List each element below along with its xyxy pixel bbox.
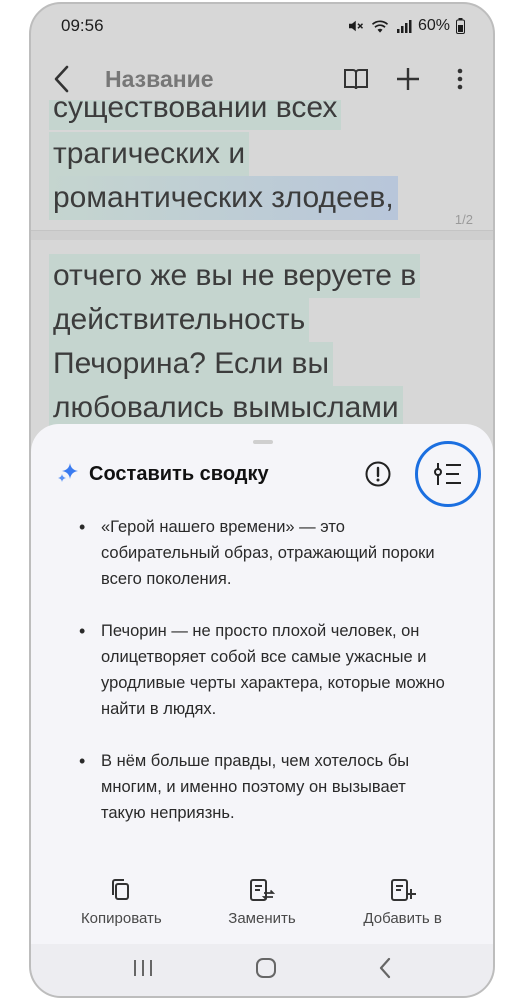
sheet-header: Составить сводку [57, 441, 481, 507]
mute-icon [346, 17, 364, 35]
info-button[interactable] [363, 459, 393, 489]
replace-button[interactable]: Заменить [202, 878, 322, 948]
status-icons: 60% [346, 17, 465, 35]
summary-item: Печорин — не просто плохой человек, он о… [79, 618, 449, 722]
replace-label: Заменить [228, 910, 296, 927]
add-to-note-icon [390, 879, 416, 901]
battery-icon [456, 18, 465, 34]
summary-list: «Герой нашего времени» — это собирательн… [79, 514, 449, 852]
home-button[interactable] [255, 957, 277, 984]
copy-label: Копировать [80, 910, 162, 927]
info-icon [365, 461, 391, 487]
document-line: романтических злодеев, [49, 176, 398, 220]
recent-apps-button[interactable] [132, 958, 154, 983]
back-nav-icon [380, 957, 391, 978]
wifi-icon [370, 18, 390, 34]
document-page-1: существовании всех трагических и романти… [31, 100, 493, 230]
summary-item: В нём больше правды, чем хотелось бы мно… [79, 748, 449, 826]
page-separator [31, 230, 493, 240]
replace-icon [249, 879, 275, 901]
reading-mode-button[interactable] [341, 64, 371, 94]
status-bar: 09:56 60% [31, 4, 493, 48]
more-options-button[interactable] [445, 64, 475, 94]
page-indicator: 1/2 [454, 212, 473, 227]
list-settings-icon [434, 463, 461, 485]
phone-frame: 09:56 60% Название существовании всех тр… [29, 2, 495, 998]
copy-icon [112, 879, 130, 900]
battery-percent: 60% [417, 17, 450, 34]
sheet-title: Составить сводку [89, 462, 269, 485]
document-line: Печорина? Если вы [49, 342, 334, 386]
document-page-2: отчего же вы не веруете в действительнос… [31, 240, 493, 430]
summary-item: «Герой нашего времени» — это собирательн… [79, 514, 449, 592]
recents-icon [133, 959, 152, 976]
back-button[interactable] [53, 64, 83, 94]
document-line: отчего же вы не веруете в [49, 254, 421, 298]
sheet-drag-handle[interactable] [253, 440, 273, 444]
status-time: 09:56 [61, 16, 104, 35]
app-bar-actions [341, 64, 475, 94]
chevron-left-icon [54, 65, 69, 93]
plus-icon [397, 68, 419, 90]
note-title[interactable]: Название [105, 66, 341, 93]
summary-style-button[interactable] [415, 441, 481, 507]
navigation-bar [31, 944, 493, 996]
back-nav-button[interactable] [378, 957, 392, 984]
note-document[interactable]: существовании всех трагических и романти… [31, 100, 493, 430]
add-to-label: Добавить в [363, 910, 442, 927]
summary-sheet: Составить сводку «Герой нашего времени» … [31, 424, 493, 950]
book-icon [344, 69, 368, 90]
document-line: трагических и [49, 132, 250, 176]
home-icon [255, 957, 276, 978]
ai-sparkle-icon [57, 461, 79, 488]
add-button[interactable] [393, 64, 423, 94]
copy-button[interactable]: Копировать [61, 878, 181, 948]
signal-icon [396, 18, 412, 34]
sheet-actions: Копировать Заменить Добавить в [31, 878, 493, 948]
document-line: действительность [49, 298, 310, 342]
document-line: существовании всех [49, 100, 342, 130]
more-vertical-icon [457, 68, 463, 90]
add-to-button[interactable]: Добавить в [343, 878, 463, 948]
